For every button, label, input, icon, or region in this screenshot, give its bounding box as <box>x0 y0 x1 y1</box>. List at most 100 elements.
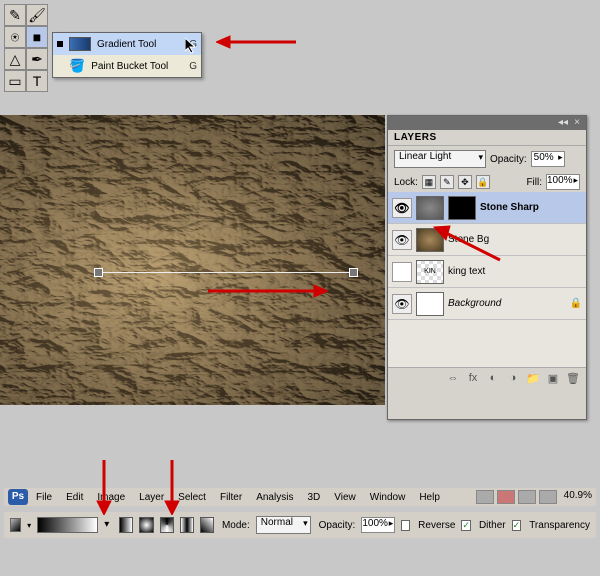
mode-label: Mode: <box>222 520 250 531</box>
lock-move-icon[interactable]: ✥ <box>458 175 472 189</box>
dither-label: Dither <box>479 520 506 531</box>
options-bar: ▾ Mode: Normal Opacity: 100% Reverse ✓Di… <box>4 512 596 538</box>
layer-name: Stone Sharp <box>480 202 539 213</box>
transparency-checkbox[interactable]: ✓ <box>512 520 522 531</box>
visibility-icon[interactable]: 👁 <box>392 230 412 250</box>
brush-tool[interactable]: 🖌 <box>26 4 48 26</box>
toolbox: ✎ 🖌 ⍟ ■ △ ✒ ▭ T <box>4 4 52 106</box>
linear-gradient-icon[interactable] <box>119 517 133 533</box>
bucket-icon: 🪣 <box>69 58 85 74</box>
annotation-arrow <box>430 222 510 262</box>
layer-row-stone-sharp[interactable]: 👁 Stone Sharp <box>388 192 586 224</box>
flyout-label: Paint Bucket Tool <box>91 61 168 72</box>
opacity-label: Opacity: <box>490 154 527 165</box>
adjustment-icon[interactable]: ◑ <box>506 372 520 386</box>
trash-icon[interactable]: 🗑 <box>566 372 580 386</box>
lock-pixels-icon[interactable]: ▦ <box>422 175 436 189</box>
reflected-gradient-icon[interactable] <box>180 517 194 533</box>
visibility-icon[interactable]: 👁 <box>392 294 412 314</box>
gradient-end-handle[interactable] <box>349 268 358 277</box>
gradient-icon <box>69 37 91 51</box>
type-tool[interactable]: T <box>26 70 48 92</box>
reverse-checkbox[interactable] <box>401 520 410 531</box>
fill-label: Fill: <box>526 177 542 188</box>
angle-gradient-icon[interactable] <box>160 517 174 533</box>
layer-thumb[interactable]: KIN <box>416 260 444 284</box>
mode-select[interactable]: Normal <box>256 516 311 534</box>
layer-row-background[interactable]: 👁 Background 🔒 <box>388 288 586 320</box>
panel-title: LAYERS <box>388 130 586 146</box>
gradient-tool[interactable]: ■ <box>26 26 48 48</box>
fill-input[interactable]: 100% <box>546 174 580 190</box>
layers-panel: ◂◂ × LAYERS Linear Light Opacity: 50% Lo… <box>387 115 587 420</box>
reverse-label: Reverse <box>418 520 455 531</box>
opacity-input[interactable]: 50% <box>531 151 565 167</box>
gradient-start-handle[interactable] <box>94 268 103 277</box>
annotation-arrow <box>160 460 184 515</box>
collapse-icon[interactable]: ◂◂ <box>558 118 568 128</box>
gradient-drag-line <box>98 272 353 273</box>
flyout-label: Gradient Tool <box>97 39 156 50</box>
layer-mask-thumb[interactable] <box>448 196 476 220</box>
menu-3d[interactable]: 3D <box>301 490 326 505</box>
menu-filter[interactable]: Filter <box>214 490 248 505</box>
folder-icon[interactable]: 📁 <box>526 372 540 386</box>
visibility-off-icon[interactable] <box>392 262 412 282</box>
dither-checkbox[interactable]: ✓ <box>461 520 471 531</box>
layer-list: 👁 Stone Sharp 👁 Stone Bg KIN king text 👁… <box>388 192 586 367</box>
cursor-icon <box>185 38 201 54</box>
active-dot <box>57 41 63 47</box>
menu-view[interactable]: View <box>328 490 362 505</box>
flyout-shortcut: G <box>189 61 197 72</box>
zoom-level: 40.9% <box>564 490 592 504</box>
path-tool[interactable]: △ <box>4 48 26 70</box>
spacer <box>4 450 384 480</box>
menu-analysis[interactable]: Analysis <box>250 490 299 505</box>
lock-brush-icon[interactable]: ✎ <box>440 175 454 189</box>
tool-preset-swatch[interactable] <box>10 518 21 532</box>
transparency-label: Transparency <box>529 520 590 531</box>
panel-tabbar: ◂◂ × <box>388 116 586 130</box>
link-icon[interactable]: ⇔ <box>446 372 460 386</box>
clone-stamp-tool[interactable]: ⍟ <box>4 26 26 48</box>
close-icon[interactable]: × <box>572 118 582 128</box>
gradient-preview[interactable] <box>37 517 98 533</box>
bridge-icon[interactable] <box>497 490 515 504</box>
annotation-arrow <box>208 281 328 301</box>
menu-file[interactable]: File <box>30 490 58 505</box>
blend-mode-select[interactable]: Linear Light <box>394 150 486 168</box>
workspace-icon[interactable] <box>476 490 494 504</box>
pen-tool[interactable]: ✒ <box>26 48 48 70</box>
document-canvas[interactable] <box>0 115 385 405</box>
screen-mode-icon[interactable] <box>539 490 557 504</box>
menu-window[interactable]: Window <box>364 490 412 505</box>
healing-brush-tool[interactable]: ✎ <box>4 4 26 26</box>
layer-thumb[interactable] <box>416 292 444 316</box>
lock-all-icon[interactable]: 🔒 <box>476 175 490 189</box>
flyout-item-paint-bucket[interactable]: 🪣 Paint Bucket Tool G <box>53 55 201 77</box>
layers-footer: ⇔ fx ◐ ◑ 📁 ▣ 🗑 <box>388 367 586 389</box>
opacity-input[interactable]: 100% <box>361 517 395 533</box>
lock-icon: 🔒 <box>570 298 582 309</box>
annotation-arrow <box>92 460 116 515</box>
opacity-label: Opacity: <box>319 520 356 531</box>
layer-name: Background <box>448 298 501 309</box>
menu-edit[interactable]: Edit <box>60 490 89 505</box>
mask-icon[interactable]: ◐ <box>486 372 500 386</box>
flyout-item-gradient[interactable]: Gradient Tool G <box>53 33 201 55</box>
menu-help[interactable]: Help <box>413 490 446 505</box>
texture-overlay <box>0 115 385 405</box>
tool-flyout: Gradient Tool G 🪣 Paint Bucket Tool G <box>52 32 202 78</box>
radial-gradient-icon[interactable] <box>139 517 153 533</box>
layer-name: king text <box>448 266 485 277</box>
diamond-gradient-icon[interactable] <box>200 517 214 533</box>
arrange-icon[interactable] <box>518 490 536 504</box>
visibility-icon[interactable]: 👁 <box>392 198 412 218</box>
fx-icon[interactable]: fx <box>466 372 480 386</box>
lock-label: Lock: <box>394 177 418 188</box>
shape-tool[interactable]: ▭ <box>4 70 26 92</box>
app-logo[interactable]: Ps <box>8 489 28 505</box>
annotation-arrow <box>216 32 296 52</box>
new-layer-icon[interactable]: ▣ <box>546 372 560 386</box>
layer-thumb[interactable] <box>416 196 444 220</box>
